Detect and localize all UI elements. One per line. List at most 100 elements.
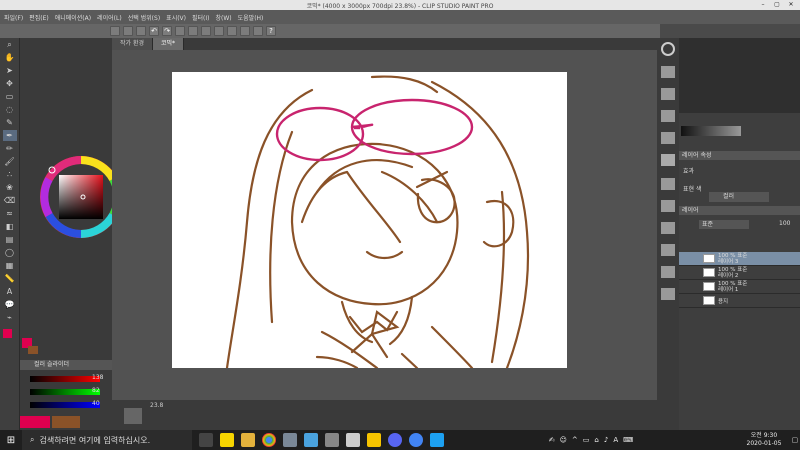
layer-row[interactable]: 용지 — [679, 294, 800, 308]
fill-icon[interactable]: ◧ — [3, 221, 17, 232]
brush-icon[interactable]: 🖌 — [3, 156, 17, 167]
selection-icon[interactable]: ▭ — [3, 91, 17, 102]
file-explorer-icon[interactable] — [241, 433, 255, 447]
material-icon-2[interactable] — [661, 110, 675, 122]
twitter-icon[interactable] — [430, 433, 444, 447]
menu-help[interactable]: 도움말(H) — [238, 13, 264, 22]
tab-comic[interactable]: 코믹* — [153, 38, 185, 50]
lasso-icon[interactable]: ◌ — [3, 104, 17, 115]
app-icon-2[interactable] — [304, 433, 318, 447]
chrome-icon[interactable] — [262, 433, 276, 447]
app-icon-3[interactable] — [325, 433, 339, 447]
color-wheel[interactable]: 138 82 40 — [20, 38, 122, 430]
menu-view[interactable]: 표시(V) — [166, 13, 186, 22]
menu-filter[interactable]: 필터(I) — [192, 13, 210, 22]
maximize-button[interactable]: ▢ — [770, 0, 784, 10]
slider-r[interactable] — [30, 376, 100, 382]
balloon-icon[interactable]: 💬 — [3, 299, 17, 310]
color-mode-select[interactable]: 컬러 — [709, 192, 769, 202]
menu-selection[interactable]: 선택 범위(S) — [128, 13, 160, 22]
gradient-icon[interactable]: ▤ — [3, 234, 17, 245]
slider-g[interactable] — [30, 389, 100, 395]
layer-row[interactable]: 100 % 표준 레이어 3 — [679, 252, 800, 266]
search-layer-icon[interactable] — [661, 222, 675, 234]
system-clock[interactable]: 오전 9:30 2020-01-05 — [738, 432, 790, 448]
windows-start-icon[interactable]: ⊞ — [0, 435, 22, 446]
drawing-canvas[interactable] — [172, 72, 567, 370]
transform-icon[interactable] — [188, 26, 198, 36]
pencil-icon[interactable]: ✏ — [3, 143, 17, 154]
app-icon-1[interactable] — [283, 433, 297, 447]
sub-view-icon[interactable] — [661, 66, 675, 78]
star-app-icon[interactable] — [367, 433, 381, 447]
redo-icon[interactable]: ↷ — [162, 26, 172, 36]
minimize-button[interactable]: – — [756, 0, 770, 10]
checker-icon[interactable] — [661, 154, 675, 166]
snap-icon[interactable] — [253, 26, 263, 36]
zoom-readout[interactable]: 23.8 — [150, 402, 163, 409]
slider-b[interactable] — [30, 402, 100, 408]
layer-row[interactable]: 100 % 표준 레이어 1 — [679, 280, 800, 294]
crop-icon[interactable] — [227, 26, 237, 36]
invert-selection-icon[interactable] — [214, 26, 224, 36]
chrome-2-icon[interactable] — [409, 433, 423, 447]
ruler-tool-icon[interactable]: 📏 — [3, 273, 17, 284]
opacity-value[interactable]: 100 — [779, 220, 790, 227]
discord-icon[interactable] — [388, 433, 402, 447]
navigator-preview[interactable] — [679, 38, 800, 113]
material-icon-1[interactable] — [661, 88, 675, 100]
ime-icon[interactable]: ⌨ — [623, 436, 633, 444]
help-icon[interactable]: ? — [266, 26, 276, 36]
people-icon[interactable]: ☺ — [560, 436, 567, 444]
decoration-icon[interactable]: ❀ — [3, 182, 17, 193]
autoaction-icon[interactable] — [661, 244, 675, 256]
main-color-swatch[interactable] — [3, 329, 12, 338]
menu-animation[interactable]: 애니메이션(A) — [55, 13, 91, 22]
task-view-icon[interactable] — [199, 433, 213, 447]
tab-workspace[interactable]: 작가 환경 — [112, 38, 153, 50]
taskbar-search[interactable]: ⌕ 검색하려면 여기에 입력하십시오. — [22, 430, 192, 450]
move-icon[interactable]: ✥ — [3, 78, 17, 89]
blend-icon[interactable]: ≈ — [3, 208, 17, 219]
battery-icon[interactable]: ▭ — [583, 436, 590, 444]
clear-icon[interactable] — [175, 26, 185, 36]
zoom-icon[interactable]: ⌕ — [3, 39, 17, 50]
menu-file[interactable]: 파일(F) — [4, 13, 23, 22]
material-icon-3[interactable] — [661, 132, 675, 144]
language-indicator[interactable]: A — [613, 436, 618, 444]
menu-window[interactable]: 창(W) — [216, 13, 232, 22]
eyedropper-icon[interactable]: ✎ — [3, 117, 17, 128]
deselect-icon[interactable] — [201, 26, 211, 36]
text-icon[interactable]: A — [3, 286, 17, 297]
menu-layer[interactable]: 레이어(L) — [97, 13, 122, 22]
clip-studio-icon[interactable] — [346, 433, 360, 447]
operation-icon[interactable]: ➤ — [3, 65, 17, 76]
animation-icon[interactable] — [661, 266, 675, 278]
network-icon[interactable]: ⌂ — [594, 436, 598, 444]
pen-input-icon[interactable]: ✍ — [549, 436, 555, 444]
ruler-icon[interactable] — [240, 26, 250, 36]
close-button[interactable]: ✕ — [784, 0, 798, 10]
save-icon[interactable] — [136, 26, 146, 36]
notification-icon[interactable]: ▢ — [790, 436, 800, 444]
navigator-icon[interactable] — [661, 42, 675, 56]
sub-color-chip[interactable] — [52, 416, 80, 428]
airbrush-icon[interactable]: ∴ — [3, 169, 17, 180]
timeline-icon[interactable] — [124, 408, 142, 424]
layer-row[interactable]: 100 % 표준 레이어 2 — [679, 266, 800, 280]
hand-icon[interactable]: ✋ — [3, 52, 17, 63]
eraser-icon[interactable]: ⌫ — [3, 195, 17, 206]
frame-icon[interactable]: ▦ — [3, 260, 17, 271]
layer-icon[interactable] — [661, 288, 675, 300]
open-icon[interactable] — [123, 26, 133, 36]
blend-mode-select[interactable]: 표준 — [699, 220, 749, 229]
volume-icon[interactable]: ♪ — [604, 436, 608, 444]
pen-icon[interactable]: ✒ — [2, 130, 17, 141]
kakaotalk-icon[interactable] — [220, 433, 234, 447]
figure-icon[interactable]: ◯ — [3, 247, 17, 258]
new-file-icon[interactable] — [110, 26, 120, 36]
layer-property-icon[interactable] — [661, 178, 675, 190]
chevron-up-icon[interactable]: ^ — [572, 436, 578, 444]
zoom-slider[interactable] — [681, 126, 741, 136]
line-correction-icon[interactable]: ⌁ — [3, 312, 17, 323]
